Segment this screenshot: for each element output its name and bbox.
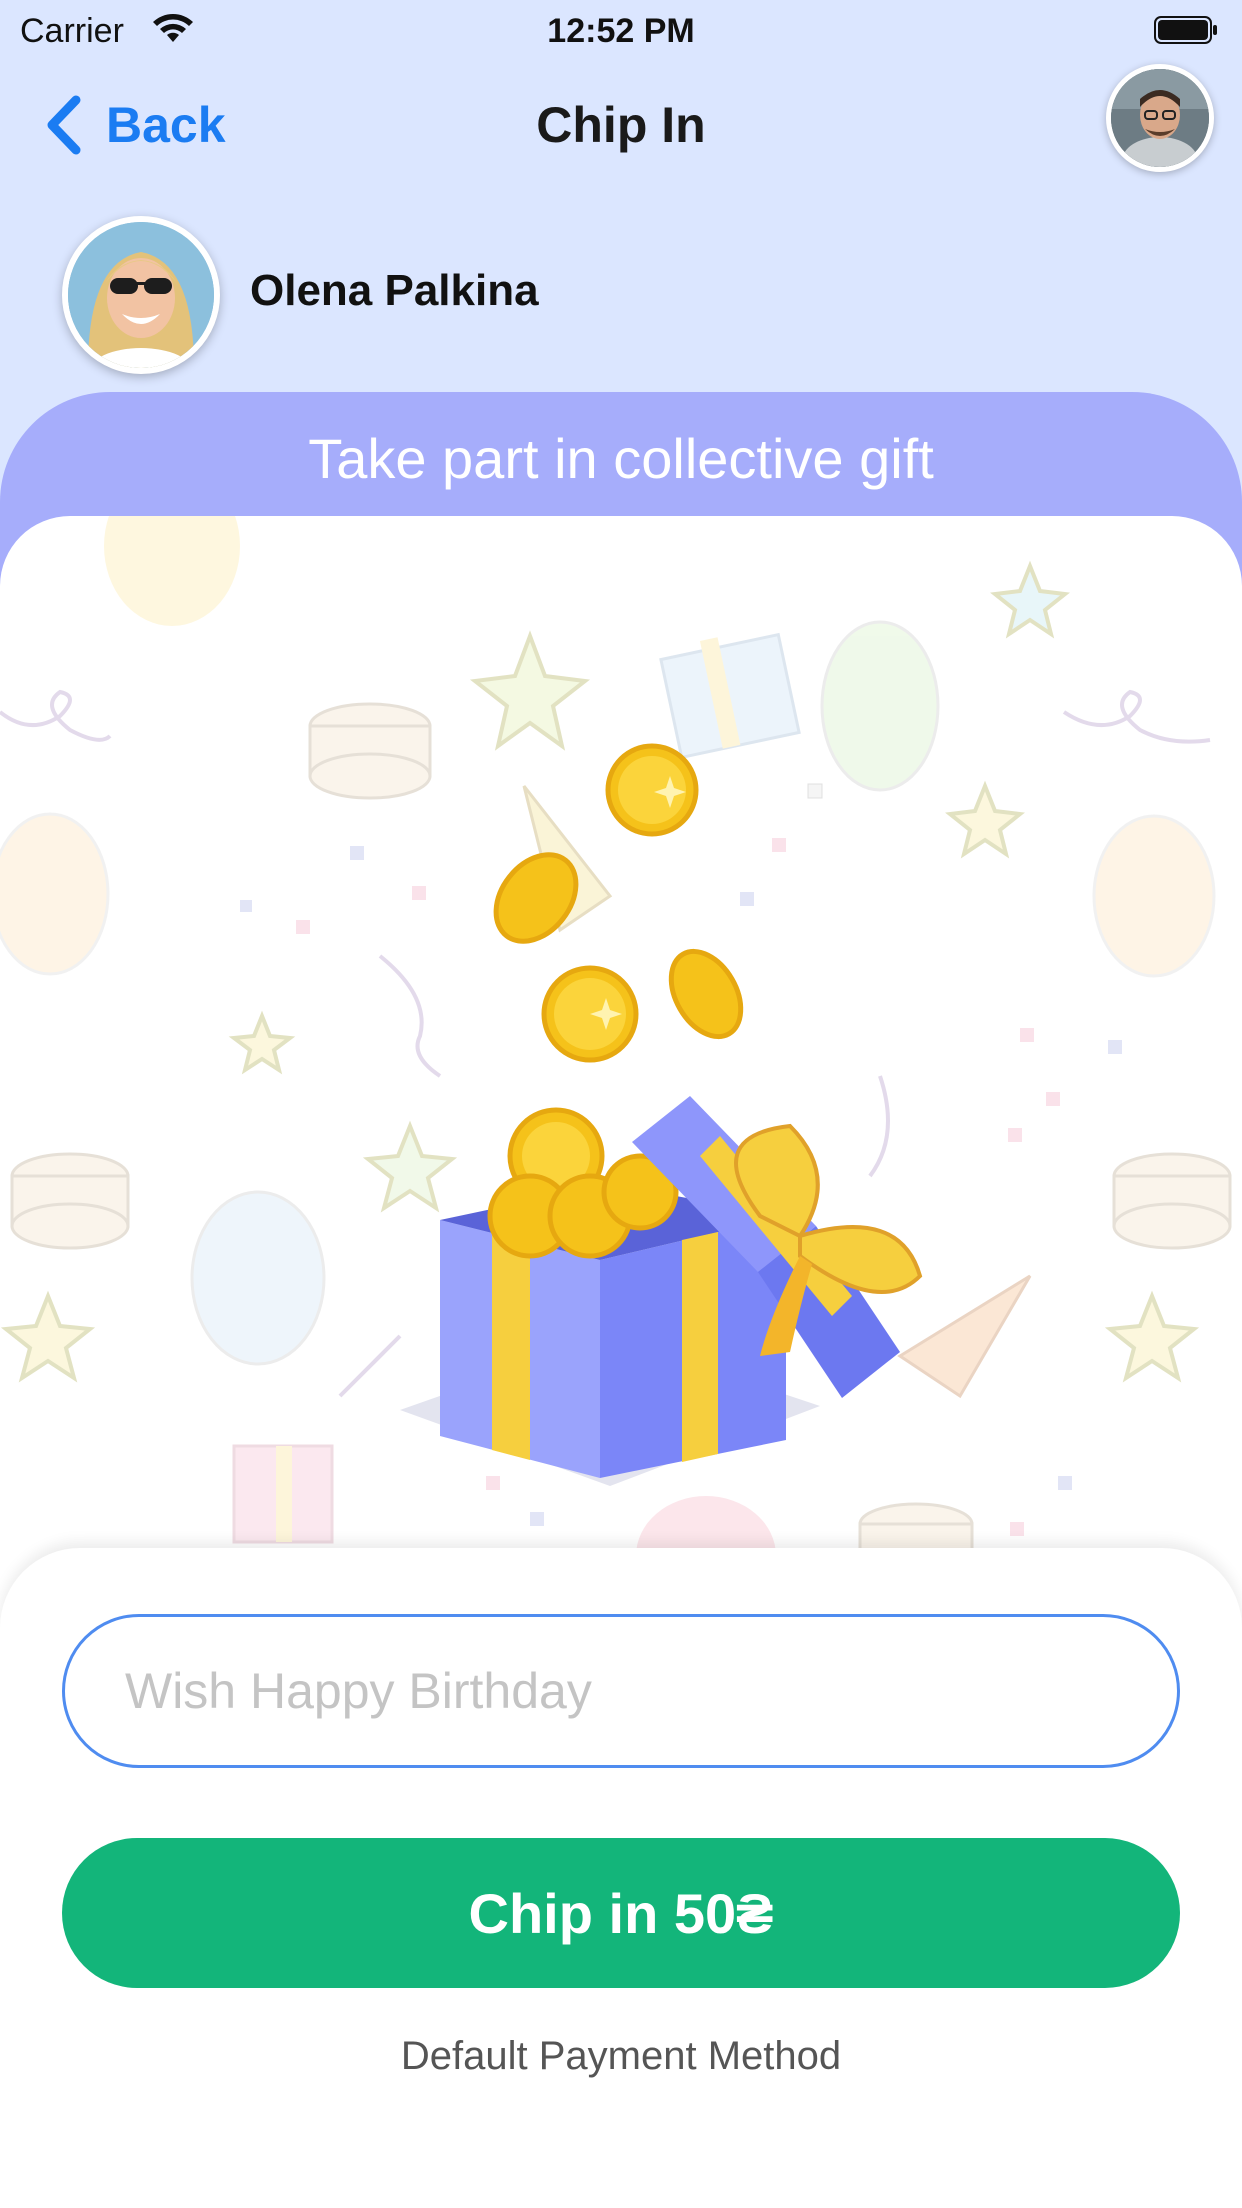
party-background-pattern — [0, 516, 1232, 1616]
status-bar: Carrier 12:52 PM — [0, 0, 1242, 60]
page-title: Chip In — [536, 97, 706, 153]
recipient-name: Olena Palkina — [250, 266, 539, 315]
woman-avatar-image — [68, 222, 214, 368]
recipient-avatar — [62, 216, 220, 374]
chip-in-button[interactable]: Chip in 50₴ — [62, 1838, 1180, 1988]
user-avatar[interactable] — [1106, 64, 1214, 172]
gift-card — [0, 516, 1242, 1616]
battery-icon — [1154, 16, 1217, 44]
wish-input[interactable] — [62, 1614, 1180, 1768]
coin-icon — [493, 743, 744, 1063]
collective-gift-title: Take part in collective gift — [308, 427, 934, 490]
man-avatar-image — [1111, 69, 1209, 167]
default-payment-method-link[interactable]: Default Payment Method — [0, 2034, 1242, 2079]
gift-box-illustration — [400, 1096, 923, 1486]
status-time: 12:52 PM — [547, 12, 695, 50]
